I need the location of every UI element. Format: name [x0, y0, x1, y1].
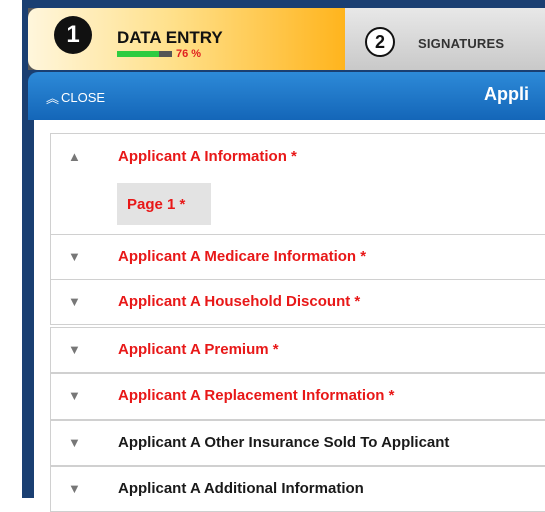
step-2-label: SIGNATURES — [418, 36, 505, 51]
section-replacement-information[interactable]: ▼ Applicant A Replacement Information * — [50, 373, 545, 420]
section-premium[interactable]: ▼ Applicant A Premium * — [50, 327, 545, 373]
step-2-number: 2 — [365, 27, 395, 57]
section-title[interactable]: Applicant A Additional Information — [118, 480, 364, 497]
section-title[interactable]: Applicant A Medicare Information * — [118, 248, 366, 265]
expand-arrow-icon[interactable]: ▼ — [68, 388, 81, 403]
collapse-arrow-icon[interactable]: ▲ — [68, 149, 81, 164]
section-title[interactable]: Applicant A Replacement Information * — [118, 387, 394, 404]
section-title[interactable]: Applicant A Other Insurance Sold To Appl… — [118, 434, 449, 451]
close-label: CLOSE — [61, 90, 106, 105]
expand-arrow-icon[interactable]: ▼ — [68, 481, 81, 496]
panel-header — [28, 72, 545, 120]
close-button[interactable]: ︽ CLOSE — [46, 88, 105, 107]
progress-bar — [117, 51, 172, 57]
step-1-label: DATA ENTRY — [117, 28, 223, 47]
progress-percent: 76 % — [176, 48, 202, 60]
section-medicare-information[interactable]: ▼ Applicant A Medicare Information * — [50, 234, 545, 280]
page-1-link[interactable]: Page 1 * — [117, 183, 211, 225]
expand-arrow-icon[interactable]: ▼ — [68, 249, 81, 264]
section-title[interactable]: Applicant A Household Discount * — [118, 293, 360, 310]
double-chevron-up-icon: ︽ — [46, 91, 60, 106]
section-household-discount[interactable]: ▼ Applicant A Household Discount * — [50, 279, 545, 325]
expand-arrow-icon[interactable]: ▼ — [68, 342, 81, 357]
progress-bar-fill — [117, 51, 159, 57]
section-additional-information[interactable]: ▼ Applicant A Additional Information — [50, 466, 545, 512]
section-title[interactable]: Applicant A Premium * — [118, 341, 279, 358]
section-title[interactable]: Applicant A Information * — [118, 148, 297, 165]
expand-arrow-icon[interactable]: ▼ — [68, 294, 81, 309]
panel-title: Appli — [484, 84, 529, 104]
step-1-number: 1 — [54, 16, 92, 54]
expand-arrow-icon[interactable]: ▼ — [68, 435, 81, 450]
section-other-insurance[interactable]: ▼ Applicant A Other Insurance Sold To Ap… — [50, 420, 545, 466]
